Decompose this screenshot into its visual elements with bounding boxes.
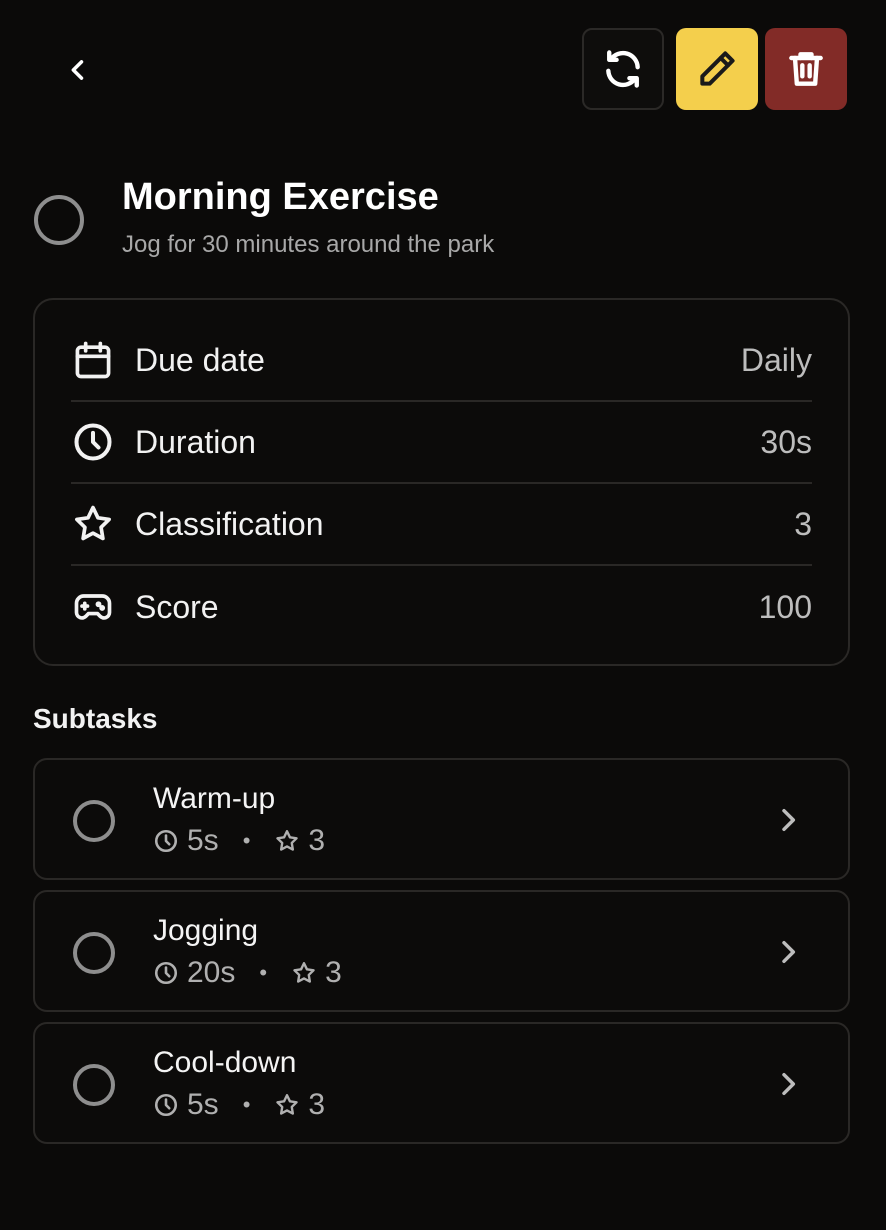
meta-separator: • xyxy=(242,828,251,853)
subtask-checkbox[interactable] xyxy=(73,1064,115,1106)
calendar-icon xyxy=(71,338,115,382)
clock-icon xyxy=(154,829,178,853)
detail-row-due-date: Due date Daily xyxy=(71,320,812,402)
detail-row-score: Score 100 xyxy=(71,566,812,648)
star-icon xyxy=(276,1094,299,1115)
detail-label: Due date xyxy=(135,341,265,378)
task-title: Morning Exercise xyxy=(122,176,439,218)
detail-value: 100 xyxy=(758,588,812,625)
subtask-item-cool-down[interactable]: Cool-down 5s • 3 xyxy=(33,1022,850,1144)
clock-icon xyxy=(154,961,178,985)
chevron-right-icon xyxy=(772,1068,804,1100)
chevron-right-icon xyxy=(772,804,804,836)
task-complete-checkbox[interactable] xyxy=(34,195,84,245)
repeat-icon xyxy=(606,50,640,88)
detail-value: Daily xyxy=(740,341,812,378)
chevron-right-icon xyxy=(772,936,804,968)
task-detail-screen: Morning Exercise Jog for 30 minutes arou… xyxy=(0,0,886,1230)
gamepad-icon xyxy=(71,585,115,629)
clock-icon xyxy=(71,420,115,464)
detail-label: Score xyxy=(135,588,219,625)
subtask-rating: 3 xyxy=(325,956,342,989)
detail-value: 3 xyxy=(794,505,812,542)
detail-row-classification: Classification 3 xyxy=(71,484,812,566)
subtask-meta: 5s • 3 xyxy=(153,1088,325,1122)
subtask-item-jogging[interactable]: Jogging 20s • 3 xyxy=(33,890,850,1012)
task-description: Jog for 30 minutes around the park xyxy=(122,231,495,258)
repeat-button[interactable] xyxy=(582,28,664,110)
subtask-rating: 3 xyxy=(308,1088,326,1121)
detail-label: Duration xyxy=(135,423,256,460)
star-icon xyxy=(276,830,299,851)
pencil-icon xyxy=(700,51,735,86)
back-button[interactable] xyxy=(52,44,104,96)
subtask-title: Jogging xyxy=(153,914,259,947)
subtask-checkbox[interactable] xyxy=(73,932,115,974)
subtask-title: Cool-down xyxy=(153,1046,297,1079)
subtask-item-warm-up[interactable]: Warm-up 5s • 3 xyxy=(33,758,850,880)
meta-separator: • xyxy=(242,1092,251,1117)
subtask-rating: 3 xyxy=(308,824,326,857)
star-icon xyxy=(293,962,315,983)
chevron-left-icon xyxy=(71,60,84,80)
trash-icon xyxy=(789,52,823,86)
edit-button[interactable] xyxy=(676,28,758,110)
subtask-duration: 5s xyxy=(187,824,219,857)
subtask-checkbox[interactable] xyxy=(73,800,115,842)
detail-row-duration: Duration 30s xyxy=(71,402,812,484)
detail-label: Classification xyxy=(135,505,324,542)
meta-separator: • xyxy=(259,960,268,985)
star-icon xyxy=(71,502,115,546)
detail-value: 30s xyxy=(760,423,812,460)
delete-button[interactable] xyxy=(765,28,847,110)
subtask-meta: 20s • 3 xyxy=(153,956,342,990)
task-details-card: Due date Daily Duration 30s Classificati… xyxy=(33,298,850,666)
clock-icon xyxy=(154,1093,178,1117)
subtasks-heading: Subtasks xyxy=(33,703,158,734)
subtask-duration: 20s xyxy=(187,956,236,989)
subtask-meta: 5s • 3 xyxy=(153,824,325,858)
subtask-title: Warm-up xyxy=(153,782,276,815)
subtask-duration: 5s xyxy=(187,1088,219,1121)
